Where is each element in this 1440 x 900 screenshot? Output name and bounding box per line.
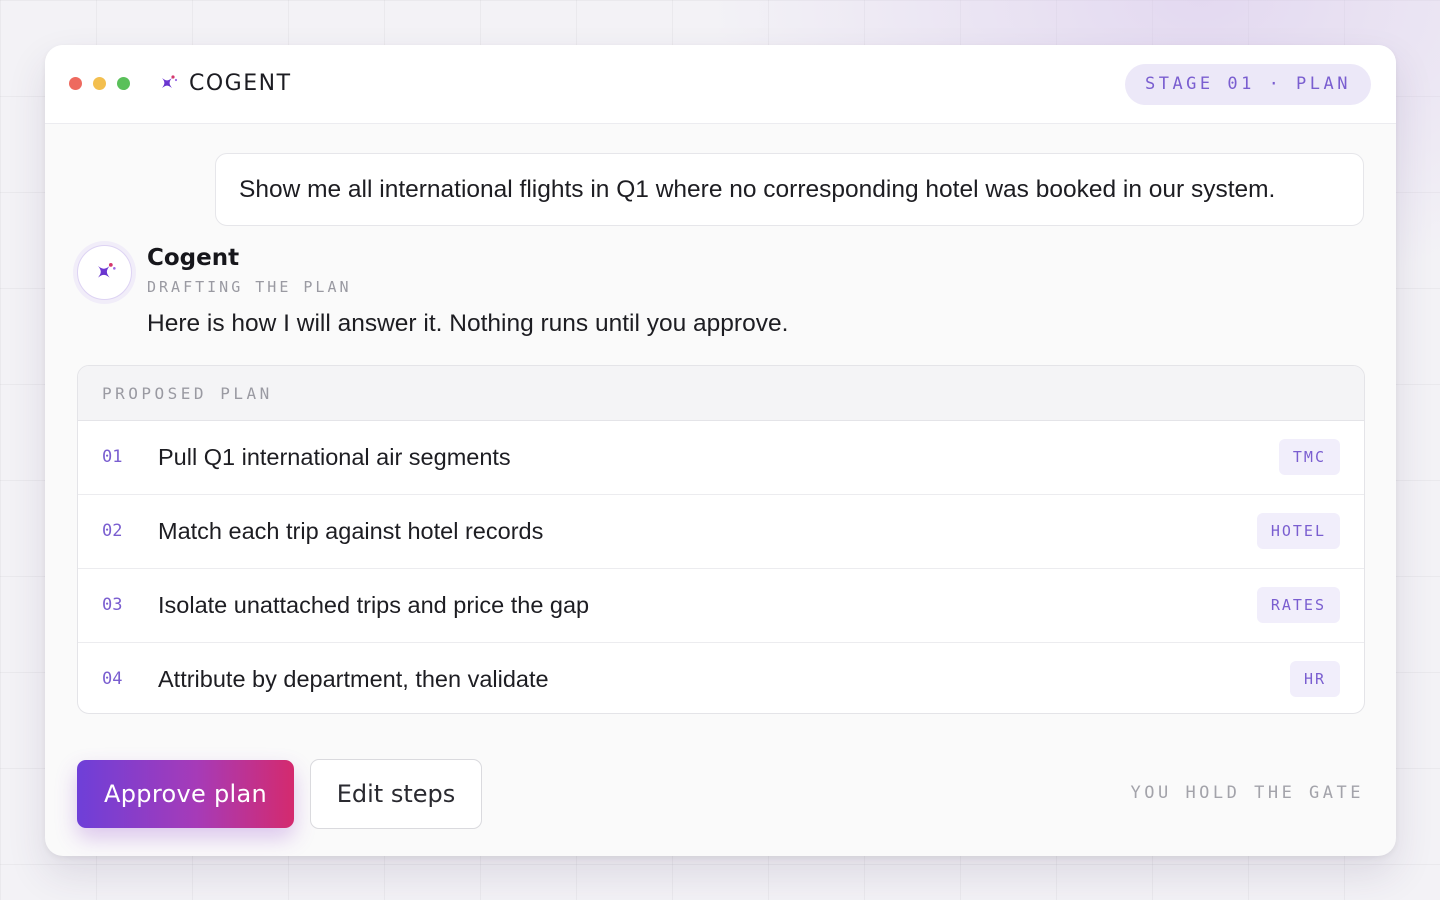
minimize-window-button[interactable]	[93, 77, 106, 90]
approve-plan-button[interactable]: Approve plan	[77, 760, 294, 828]
plan-step-row[interactable]: 02 Match each trip against hotel records…	[78, 495, 1364, 569]
plan-step-row[interactable]: 04 Attribute by department, then validat…	[78, 643, 1364, 713]
agent-avatar	[77, 245, 132, 300]
stage-badge: STAGE 01 · PLAN	[1124, 64, 1371, 105]
agent-status: DRAFTING THE PLAN	[147, 278, 352, 296]
app-name: COGENT	[189, 71, 292, 96]
app-window: COGENT STAGE 01 · PLAN Show me all inter…	[45, 45, 1396, 856]
step-source-tag: TMC	[1278, 439, 1340, 475]
step-source-tag: RATES	[1256, 587, 1340, 623]
step-source-tag: HR	[1289, 661, 1340, 697]
step-number: 03	[102, 595, 123, 615]
gate-note: YOU HOLD THE GATE	[1130, 783, 1364, 803]
sparkle-star-icon	[156, 72, 180, 96]
title-bar: COGENT STAGE 01 · PLAN	[45, 45, 1396, 124]
plan-step-row[interactable]: 03 Isolate unattached trips and price th…	[78, 569, 1364, 643]
close-window-button[interactable]	[69, 77, 82, 90]
step-number: 01	[102, 447, 123, 467]
step-text: Attribute by department, then validate	[158, 666, 549, 692]
plan-header: PROPOSED PLAN	[78, 366, 1364, 421]
sparkle-star-icon	[98, 262, 116, 278]
edit-steps-button[interactable]: Edit steps	[310, 759, 482, 829]
agent-name: Cogent	[147, 245, 240, 271]
maximize-window-button[interactable]	[117, 77, 130, 90]
step-number: 02	[102, 521, 123, 541]
plan-step-row[interactable]: 01 Pull Q1 international air segments TM…	[78, 421, 1364, 495]
user-message-bubble: Show me all international flights in Q1 …	[215, 153, 1364, 226]
step-number: 04	[102, 669, 123, 689]
step-text: Match each trip against hotel records	[158, 518, 544, 544]
step-text: Isolate unattached trips and price the g…	[158, 592, 590, 618]
step-text: Pull Q1 international air segments	[158, 444, 511, 470]
proposed-plan-card: PROPOSED PLAN 01 Pull Q1 international a…	[77, 365, 1365, 714]
agent-message: Here is how I will answer it. Nothing ru…	[147, 310, 789, 337]
step-source-tag: HOTEL	[1256, 513, 1340, 549]
